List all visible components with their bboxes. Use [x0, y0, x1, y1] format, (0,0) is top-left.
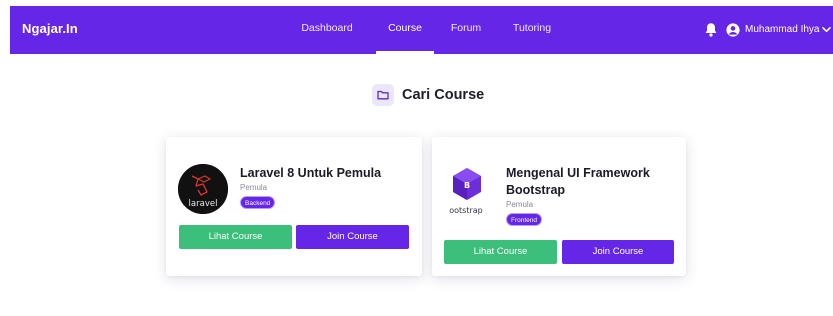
- join-course-button[interactable]: Join Course: [296, 225, 409, 249]
- user-circle-icon[interactable]: [726, 23, 740, 37]
- course-card-laravel: laravel Laravel 8 Untuk Pemula Pemula Ba…: [166, 137, 422, 276]
- nav-item-tutoring[interactable]: Tutoring: [506, 6, 558, 54]
- course-title: Laravel 8 Untuk Pemula: [240, 166, 382, 180]
- course-tag-badge: Backend: [240, 196, 276, 209]
- chevron-down-icon[interactable]: [822, 25, 831, 34]
- bell-icon[interactable]: [704, 22, 718, 38]
- brand-logo[interactable]: Ngajar.In: [22, 6, 78, 54]
- thumbnail-text: ootstrap: [449, 206, 483, 215]
- svg-text:B: B: [464, 181, 470, 190]
- lihat-course-button[interactable]: Lihat Course: [179, 225, 292, 249]
- course-level: Pemula: [506, 200, 534, 209]
- course-thumbnail: laravel: [178, 164, 228, 214]
- course-card-bootstrap: B ootstrap Mengenal UI Framework Bootstr…: [432, 137, 686, 276]
- course-tag-badge: Frontend: [506, 213, 543, 226]
- join-course-button[interactable]: Join Course: [562, 240, 674, 264]
- nav-item-dashboard[interactable]: Dashboard: [294, 6, 360, 54]
- nav-item-course[interactable]: Course: [376, 6, 434, 54]
- thumbnail-text: laravel: [189, 199, 218, 209]
- course-title: Mengenal UI Framework Bootstrap: [506, 166, 650, 197]
- page-header: Cari Course: [372, 84, 484, 106]
- folder-icon: [372, 84, 394, 106]
- top-navbar: Ngajar.In Dashboard Course Forum Tutorin…: [10, 6, 833, 54]
- page-title: Cari Course: [402, 87, 485, 103]
- course-level: Pemula: [240, 183, 268, 192]
- nav-item-forum[interactable]: Forum: [446, 6, 486, 54]
- course-thumbnail: B ootstrap: [446, 166, 488, 216]
- lihat-course-button[interactable]: Lihat Course: [444, 240, 557, 264]
- user-name[interactable]: Muhammad Ihya: [745, 6, 819, 54]
